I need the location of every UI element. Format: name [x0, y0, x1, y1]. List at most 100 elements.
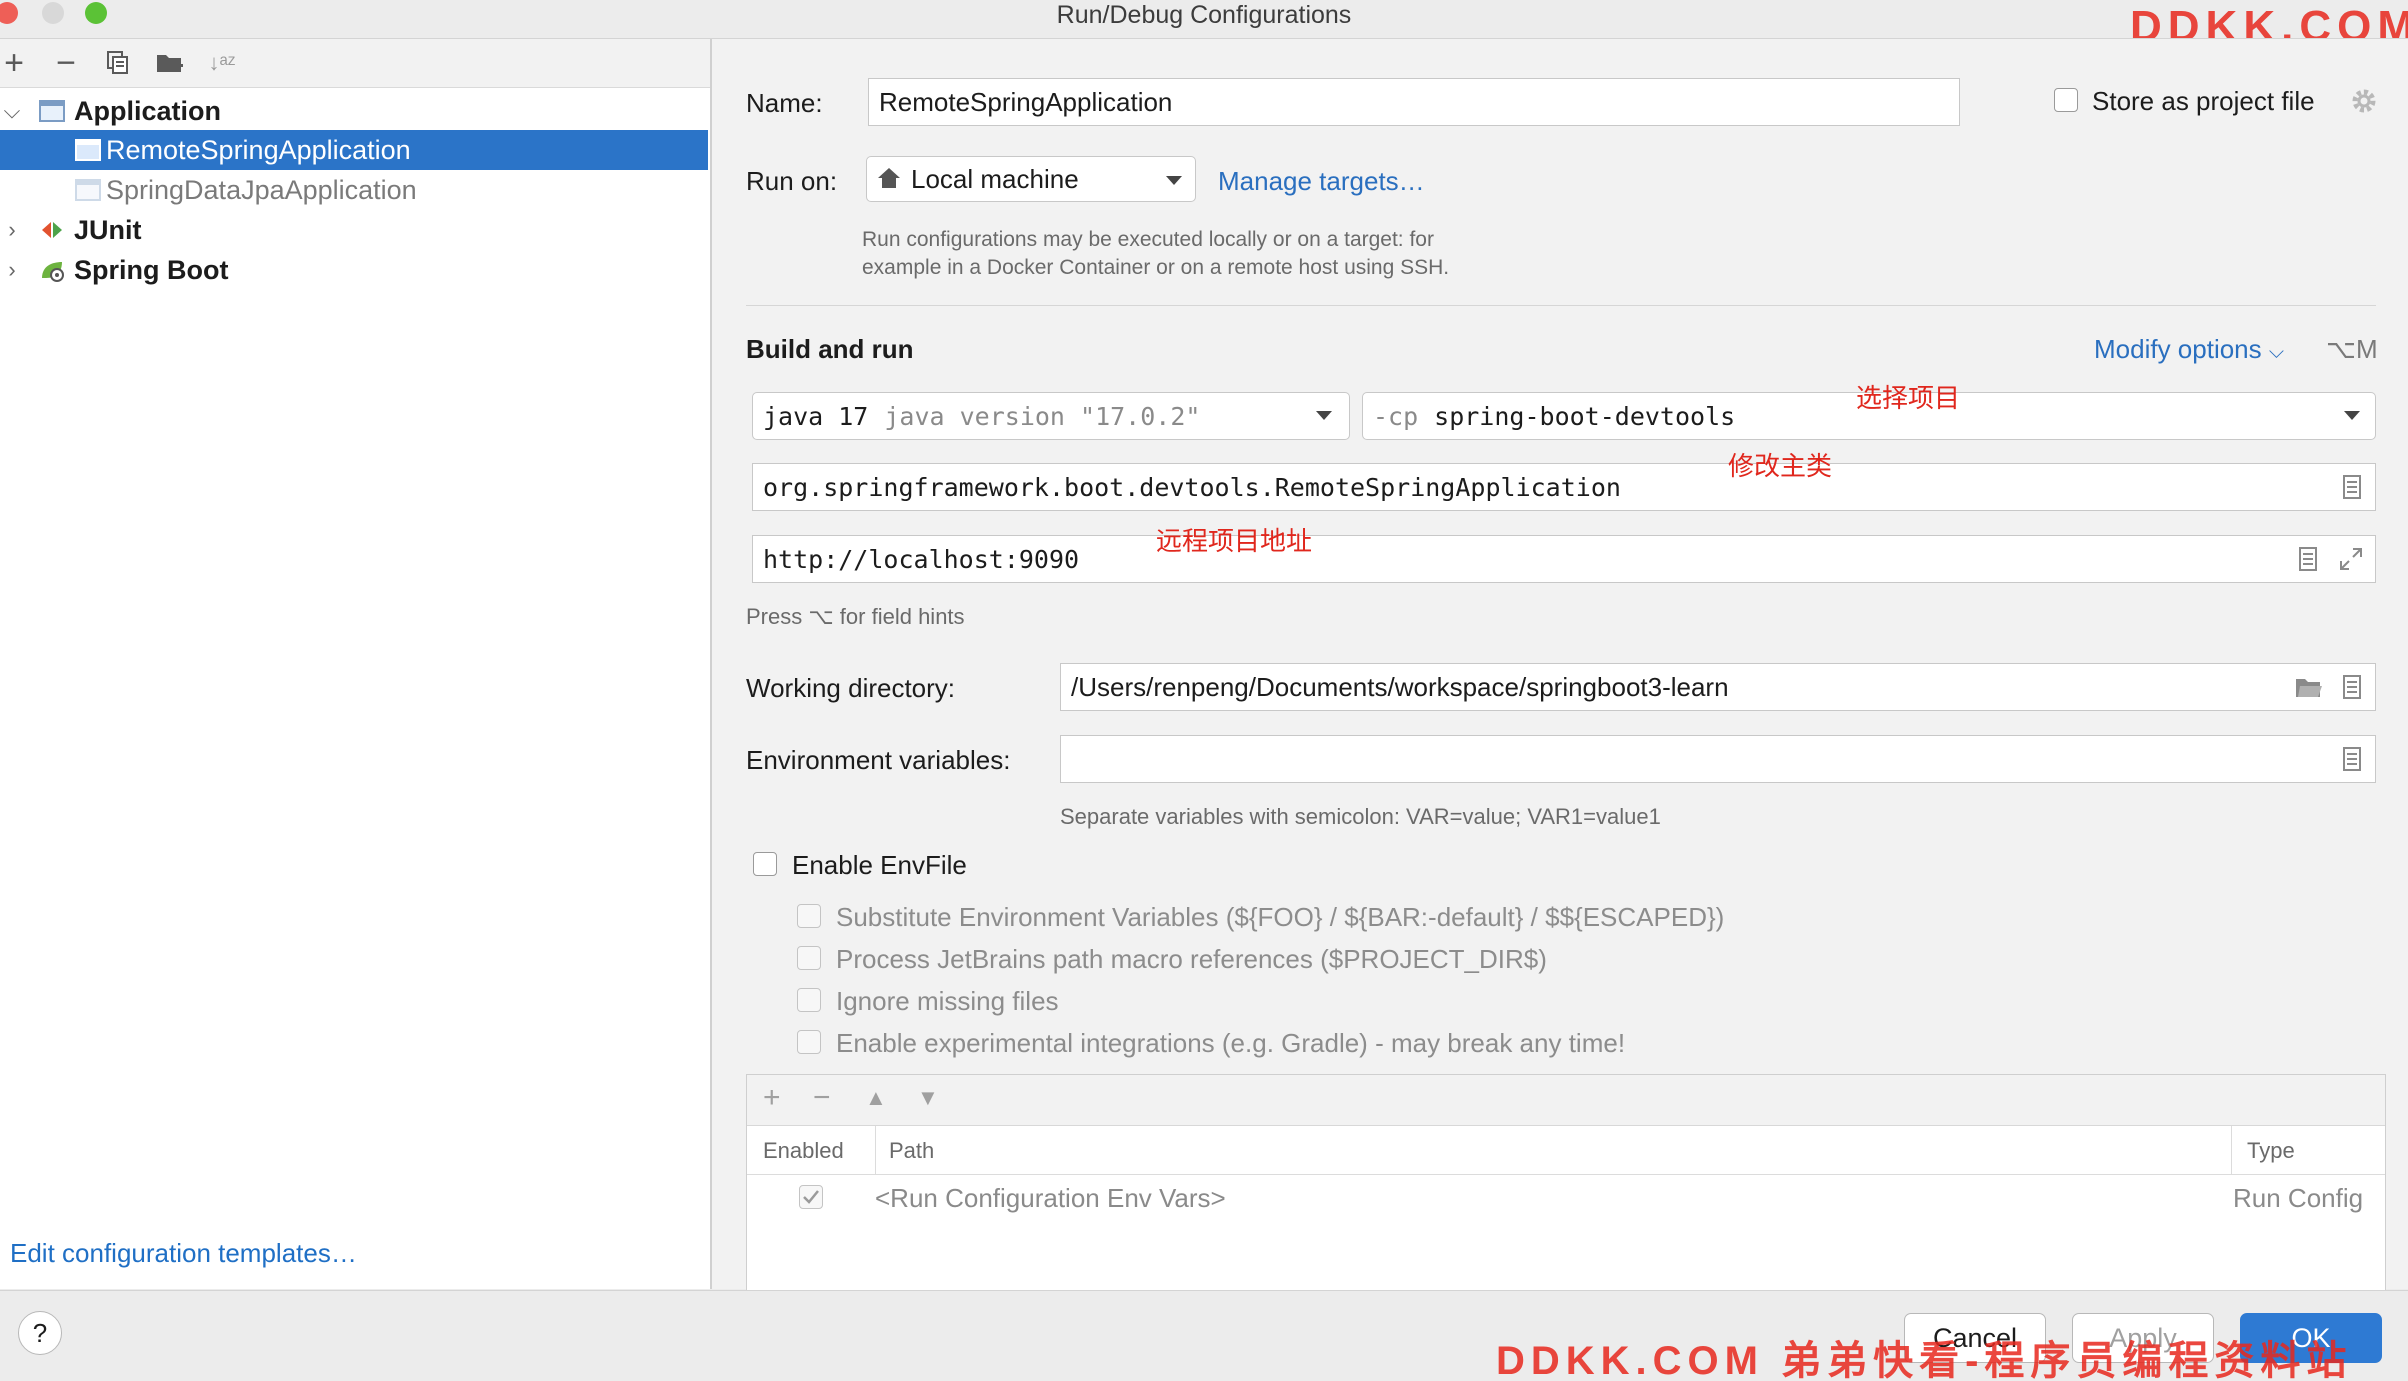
build-and-run-heading: Build and run	[746, 334, 914, 364]
tree-label-junit: JUnit	[74, 214, 142, 245]
home-icon	[878, 168, 900, 188]
experimental-integrations-checkbox[interactable]	[797, 1030, 821, 1054]
folder-icon[interactable]	[2294, 675, 2324, 699]
chevron-down-icon	[2344, 411, 2360, 420]
ignore-missing-files-checkbox[interactable]	[797, 988, 821, 1012]
process-path-macros-checkbox[interactable]	[797, 946, 821, 970]
jdk-selected: java 17	[763, 401, 869, 431]
tree-node-spring-data-jpa-application[interactable]: SpringDataJpaApplication	[0, 170, 710, 210]
run-on-value: Local machine	[911, 163, 1079, 194]
chevron-right-icon[interactable]: ›	[0, 257, 24, 283]
process-path-macros-label: Process JetBrains path macro references …	[836, 944, 1547, 974]
enable-envfile-label: Enable EnvFile	[792, 850, 967, 880]
plus-icon[interactable]: +	[0, 39, 34, 87]
substitute-env-vars-label: Substitute Environment Variables (${FOO}…	[836, 902, 1725, 932]
substitute-env-vars-checkbox[interactable]	[797, 904, 821, 928]
jdk-version: java version "17.0.2"	[884, 401, 1201, 431]
expand-icon[interactable]	[2338, 546, 2364, 572]
field-hints-text: Press ⌥ for field hints	[746, 604, 965, 629]
jdk-dropdown[interactable]: java 17 java version "17.0.2"	[752, 392, 1350, 440]
annotation-remote-address: 远程项目地址	[1156, 526, 1313, 556]
environment-variables-label: Environment variables:	[746, 745, 1011, 775]
run-on-hint-line-1: Run configurations may be executed local…	[862, 228, 1434, 251]
run-on-label: Run on:	[746, 166, 838, 196]
application-icon	[39, 100, 65, 122]
experimental-integrations-label: Enable experimental integrations (e.g. G…	[836, 1028, 1626, 1058]
tree-node-application[interactable]: ⌵ Application	[0, 91, 710, 131]
gear-icon[interactable]	[2350, 87, 2378, 115]
tree-label-application: Application	[74, 95, 221, 126]
envfile-table: + − ▲ ▼ Enabled Path Type <Run Configura…	[746, 1074, 2386, 1294]
spring-boot-icon	[42, 262, 64, 282]
config-tree-toolbar: + − ↓ᵃᶻ	[0, 39, 710, 88]
copy-icon[interactable]	[98, 39, 138, 87]
column-divider	[875, 1126, 876, 1174]
name-input[interactable]: RemoteSpringApplication	[868, 78, 1960, 126]
watermark-top: DDKK.COM	[2130, 2, 2408, 38]
working-directory-label: Working directory:	[746, 673, 956, 703]
program-arguments-input[interactable]: http://localhost:9090	[752, 535, 2376, 583]
window-title: Run/Debug Configurations	[1056, 1, 1352, 29]
chevron-down-icon	[1316, 411, 1332, 420]
environment-variables-hint: Separate variables with semicolon: VAR=v…	[1060, 804, 1661, 829]
browse-icon[interactable]	[2342, 474, 2362, 500]
browse-icon[interactable]	[2342, 674, 2362, 700]
tree-label-spring-boot: Spring Boot	[74, 254, 229, 285]
tree-label-remote-spring-application: RemoteSpringApplication	[106, 134, 411, 165]
application-icon	[75, 139, 101, 161]
classpath-prefix: -cp	[1373, 401, 1419, 431]
modify-options-label: Modify options	[2094, 334, 2262, 364]
name-label: Name:	[746, 88, 823, 118]
row-enabled-checkbox[interactable]	[799, 1185, 823, 1209]
sort-icon[interactable]: ↓ᵃᶻ	[202, 39, 242, 87]
chevron-down-icon: ⌵	[2268, 341, 2285, 363]
help-button[interactable]: ?	[18, 1311, 62, 1355]
column-header-path[interactable]: Path	[889, 1138, 934, 1164]
plus-icon[interactable]: +	[763, 1081, 781, 1115]
row-path: <Run Configuration Env Vars>	[875, 1183, 1226, 1213]
title-bar: Run/Debug Configurations	[0, 0, 2408, 39]
chevron-down-icon	[1166, 176, 1182, 185]
application-icon	[75, 179, 101, 201]
section-divider	[746, 305, 2376, 306]
envfile-table-header: Enabled Path Type	[747, 1126, 2385, 1175]
run-on-hint-line-2: example in a Docker Container or on a re…	[862, 256, 1450, 279]
modify-options-link[interactable]: Modify options ⌵	[2094, 334, 2284, 365]
table-row[interactable]: <Run Configuration Env Vars> Run Config	[747, 1175, 2385, 1223]
store-as-project-file-label: Store as project file	[2092, 86, 2315, 116]
move-up-icon[interactable]: ▲	[865, 1085, 887, 1111]
classpath-module: spring-boot-devtools	[1434, 401, 1736, 431]
environment-variables-input[interactable]	[1060, 735, 2376, 783]
ignore-missing-files-label: Ignore missing files	[836, 986, 1059, 1016]
edit-configuration-templates-link[interactable]: Edit configuration templates…	[10, 1238, 357, 1269]
envfile-table-toolbar: + − ▲ ▼	[747, 1075, 2385, 1126]
tree-label-spring-data-jpa-application: SpringDataJpaApplication	[106, 174, 417, 205]
modify-options-shortcut: ⌥M	[2326, 334, 2378, 364]
column-header-type[interactable]: Type	[2247, 1138, 2295, 1164]
browse-icon[interactable]	[2342, 746, 2362, 772]
minus-icon[interactable]: −	[813, 1081, 831, 1115]
minus-icon[interactable]: −	[46, 39, 86, 87]
junit-icon	[42, 222, 62, 238]
annotation-select-project: 选择项目	[1856, 383, 1961, 413]
column-divider	[2231, 1126, 2232, 1174]
store-as-project-file-checkbox[interactable]	[2054, 88, 2078, 112]
manage-targets-link[interactable]: Manage targets…	[1218, 166, 1425, 197]
move-down-icon[interactable]: ▼	[917, 1085, 939, 1111]
run-on-dropdown[interactable]: Local machine	[866, 156, 1196, 202]
tree-node-spring-boot[interactable]: › Spring Boot	[0, 250, 710, 290]
checkmark-icon	[803, 1190, 819, 1204]
chevron-right-icon[interactable]: ›	[0, 217, 24, 243]
tree-node-junit[interactable]: › JUnit	[0, 210, 710, 250]
folder-add-icon[interactable]	[150, 39, 190, 87]
working-directory-input[interactable]: /Users/renpeng/Documents/workspace/sprin…	[1060, 663, 2376, 711]
main-class-input[interactable]: org.springframework.boot.devtools.Remote…	[752, 463, 2376, 511]
row-type: Run Config	[2233, 1183, 2364, 1213]
chevron-down-icon[interactable]: ⌵	[0, 98, 24, 124]
browse-icon[interactable]	[2298, 546, 2318, 572]
column-header-enabled[interactable]: Enabled	[763, 1138, 844, 1164]
enable-envfile-checkbox[interactable]	[753, 852, 777, 876]
annotation-modify-main-class: 修改主类	[1728, 451, 1833, 481]
tree-node-remote-spring-application[interactable]: RemoteSpringApplication	[0, 130, 708, 170]
watermark-bottom: DDKK.COM 弟弟快看-程序员编程资料站	[1496, 1339, 2353, 1380]
